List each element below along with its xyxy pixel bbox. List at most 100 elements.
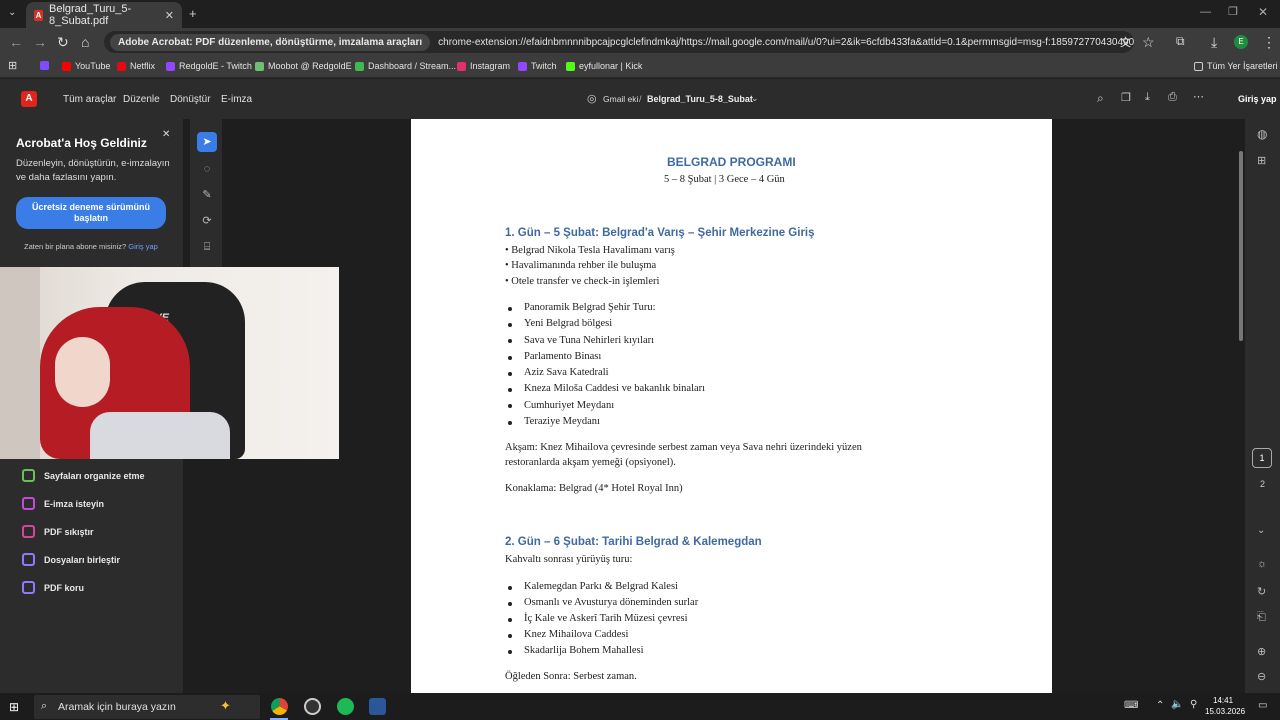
quick-tools: ➤ ◌ ✎ ⟳ ⌸ xyxy=(190,119,222,269)
twitch-icon xyxy=(166,61,175,71)
text-select-icon[interactable]: ⌸ xyxy=(197,237,217,257)
print-icon[interactable]: ⎙ xyxy=(1168,91,1177,104)
tool-organize-pages[interactable]: Sayfaları organize etme xyxy=(22,469,145,482)
menu-convert[interactable]: Dönüştür xyxy=(170,94,211,105)
tool-compress-pdf[interactable]: PDF sıkıştır xyxy=(22,525,94,538)
chevron-down-icon[interactable]: ⌄ xyxy=(751,93,759,104)
doc-subtitle: 5 – 8 Şubat | 3 Gece – 4 Gün xyxy=(664,174,785,185)
tray-chevron-icon[interactable]: ⌃ xyxy=(1156,700,1164,711)
pdf-icon: A xyxy=(34,9,43,21)
page-number[interactable]: 2 xyxy=(1260,479,1265,489)
minimize-icon[interactable]: — xyxy=(1200,6,1211,18)
rotate-icon[interactable]: ↻ xyxy=(1257,585,1266,598)
home-icon[interactable]: ⌂ xyxy=(81,34,89,50)
profile-avatar[interactable]: E xyxy=(1234,35,1248,49)
bullet xyxy=(508,388,512,392)
star-icon[interactable]: ☆ xyxy=(1142,34,1155,51)
spotify-icon[interactable] xyxy=(337,698,354,715)
brightness-icon[interactable]: ☼ xyxy=(1257,558,1267,570)
select-cursor-icon[interactable]: ➤ xyxy=(197,132,217,152)
window-frame xyxy=(0,267,40,459)
clock-time[interactable]: 14:41 xyxy=(1213,696,1233,705)
document-title[interactable]: Belgrad_Turu_5-8_Subat xyxy=(647,94,753,104)
menu-icon[interactable]: ⋮ xyxy=(1262,34,1276,51)
page-icon[interactable]: ⎗ xyxy=(1257,611,1266,624)
clock-date[interactable]: 15.03.2026 xyxy=(1205,707,1245,716)
sign-in-button[interactable]: Giriş yap xyxy=(1238,94,1277,104)
back-icon[interactable]: ← xyxy=(9,34,23,50)
bookmark-dashboard[interactable]: Dashboard / Stream... xyxy=(355,61,456,71)
tool-merge-files[interactable]: Dosyaları birleştir xyxy=(22,553,120,566)
tab-search-icon[interactable]: ⌄ xyxy=(8,7,16,18)
taskbar-search[interactable]: ⌕ Aramak için buraya yazın ✦ xyxy=(34,695,260,719)
menu-all-tools[interactable]: Tüm araçlar xyxy=(63,94,116,105)
lasso-icon[interactable]: ⟳ xyxy=(197,211,217,231)
word-icon[interactable] xyxy=(369,698,386,715)
day2-item: Knez Mihailova Caddesi xyxy=(524,629,629,640)
ai-assistant-icon[interactable]: ◍ xyxy=(1257,127,1267,141)
tour-item: Sava ve Tuna Nehirleri kıyıları xyxy=(524,335,655,346)
scroll-thumb[interactable] xyxy=(1239,151,1243,341)
all-bookmarks[interactable]: Tüm Yer İşaretleri xyxy=(1194,61,1278,71)
search-icon[interactable]: ⌕ xyxy=(1097,91,1104,106)
extensions-icon[interactable]: ⧉ xyxy=(1176,34,1185,49)
menu-edit[interactable]: Düzenle xyxy=(123,94,160,105)
chevron-down-icon[interactable]: ⌄ xyxy=(1257,525,1265,536)
day1-evening: restoranlarda akşam yemeği (opsiyonel). xyxy=(505,457,676,468)
bookmark-kick[interactable]: eyfullonar | Kick xyxy=(566,61,642,71)
network-icon[interactable]: ⚲ xyxy=(1190,699,1197,710)
day2-intro: Kahvaltı sonrası yürüyüş turu: xyxy=(505,554,633,565)
bookmark-youtube[interactable]: YouTube xyxy=(62,61,110,71)
tab-close-icon[interactable]: ✕ xyxy=(165,9,174,22)
bookmark-moobot[interactable]: Moobot @ RedgoldE xyxy=(255,61,352,71)
translate-icon[interactable]: 文 xyxy=(1120,34,1131,50)
day1-item: • Belgrad Nikola Tesla Havalimanı varış xyxy=(505,245,675,256)
zoom-in-icon[interactable]: ⊕ xyxy=(1257,645,1266,658)
bookmark-item[interactable] xyxy=(40,61,53,70)
already-subscribed: Zaten bir plana abone misiniz? Giriş yap xyxy=(24,242,158,251)
site-info-chip[interactable]: Adobe Acrobat: PDF düzenleme, dönüştürme… xyxy=(110,33,431,51)
window-close-icon[interactable]: ✕ xyxy=(1258,5,1268,19)
more-icon[interactable]: ⋯ xyxy=(1193,90,1204,103)
download-icon[interactable]: ⤓ xyxy=(1211,34,1217,51)
day2-item: İç Kale ve Askerî Tarih Müzesi çevresi xyxy=(524,613,688,624)
new-tab-icon[interactable]: + xyxy=(189,6,197,21)
address-bar[interactable]: Adobe Acrobat: PDF düzenleme, dönüştürme… xyxy=(104,31,1134,53)
sign-in-link[interactable]: Giriş yap xyxy=(128,242,158,251)
keyboard-icon[interactable]: ⌨ xyxy=(1124,700,1138,711)
tab-pdf[interactable]: A Belgrad_Turu_5-8_Subat.pdf ✕ xyxy=(26,2,182,28)
pen-icon[interactable]: ✎ xyxy=(197,185,217,205)
start-trial-button[interactable]: Ücretsiz deneme sürümünü başlatın xyxy=(16,197,166,229)
close-icon[interactable]: ✕ xyxy=(162,129,170,140)
tool-request-esign[interactable]: E-imza isteyin xyxy=(22,497,104,510)
obs-icon[interactable] xyxy=(304,698,321,715)
volume-icon[interactable]: 🔈 xyxy=(1171,699,1183,710)
breadcrumb-prefix: Gmail eki xyxy=(603,94,639,104)
download-pdf-icon[interactable]: ⤓ xyxy=(1145,91,1150,104)
bookmark-instagram[interactable]: Instagram xyxy=(457,61,510,71)
forward-icon[interactable]: → xyxy=(33,34,47,50)
reload-icon[interactable]: ↻ xyxy=(57,34,69,51)
start-icon[interactable]: ⊞ xyxy=(9,700,19,714)
page-number-current[interactable]: 1 xyxy=(1252,448,1272,468)
breadcrumb-separator: / xyxy=(639,94,642,104)
maximize-icon[interactable]: ❐ xyxy=(1228,5,1238,18)
thumbnails-icon[interactable]: ⊞ xyxy=(1257,154,1266,167)
bookmark-redgolde-twitch[interactable]: RedgoldE - Twitch xyxy=(166,61,252,71)
bullet xyxy=(508,372,512,376)
bookmark-twitch[interactable]: Twitch xyxy=(518,61,557,71)
bullet xyxy=(508,421,512,425)
menu-esign[interactable]: E-imza xyxy=(221,94,252,105)
chrome-icon[interactable] xyxy=(271,698,288,715)
bookmark-netflix[interactable]: Netflix xyxy=(117,61,155,71)
day1-accommodation: Konaklama: Belgrad (4* Hotel Royal Inn) xyxy=(505,483,683,494)
instagram-icon xyxy=(457,61,466,71)
zoom-out-icon[interactable]: ⊖ xyxy=(1257,670,1266,683)
tool-protect-pdf[interactable]: PDF koru xyxy=(22,581,84,594)
notification-icon[interactable]: ▭ xyxy=(1258,700,1267,711)
apps-icon[interactable]: ⊞ xyxy=(8,59,17,72)
day1-heading: 1. Gün – 5 Şubat: Belgrad'a Varış – Şehi… xyxy=(505,227,815,239)
bullet xyxy=(508,586,512,590)
comment-icon[interactable]: ◌ xyxy=(197,159,217,179)
view-icon[interactable]: ❐ xyxy=(1121,91,1131,104)
